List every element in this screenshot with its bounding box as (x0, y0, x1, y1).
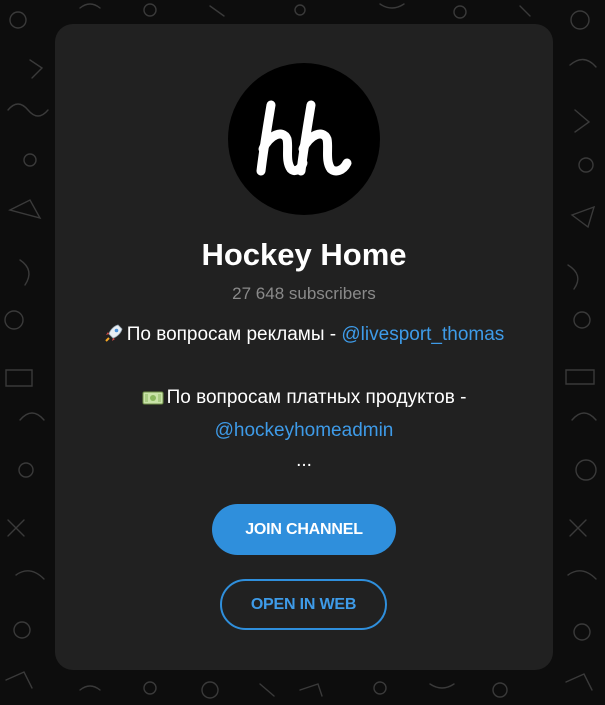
subscriber-count: 27 648 subscribers (232, 284, 376, 303)
description-ads-text: По вопросам рекламы - (126, 324, 342, 345)
hockeyhomeadmin-link[interactable]: @hockeyhomeadmin (215, 420, 394, 441)
join-channel-button[interactable]: JOIN CHANNEL (212, 504, 396, 555)
rocket-icon (104, 323, 124, 353)
description-products-text: По вопросам платных продуктов - (166, 387, 467, 408)
open-in-web-button[interactable]: OPEN IN WEB (220, 579, 387, 630)
channel-avatar (228, 63, 380, 215)
hh-logo-icon (256, 100, 352, 176)
channel-description: По вопросам рекламы - @livesport_thomas … (75, 320, 533, 476)
description-line-products: По вопросам платных продуктов - (75, 383, 533, 416)
money-icon (142, 386, 164, 416)
channel-card: Hockey Home 27 648 subscribers По вопрос… (55, 24, 553, 670)
description-gap (75, 353, 533, 383)
channel-title: Hockey Home (201, 237, 407, 272)
description-line-admin: @hockeyhomeadmin (75, 416, 533, 446)
description-ellipsis: ... (296, 450, 312, 471)
description-line-ads: По вопросам рекламы - @livesport_thomas (75, 320, 533, 353)
livesport-thomas-link[interactable]: @livesport_thomas (341, 324, 504, 345)
